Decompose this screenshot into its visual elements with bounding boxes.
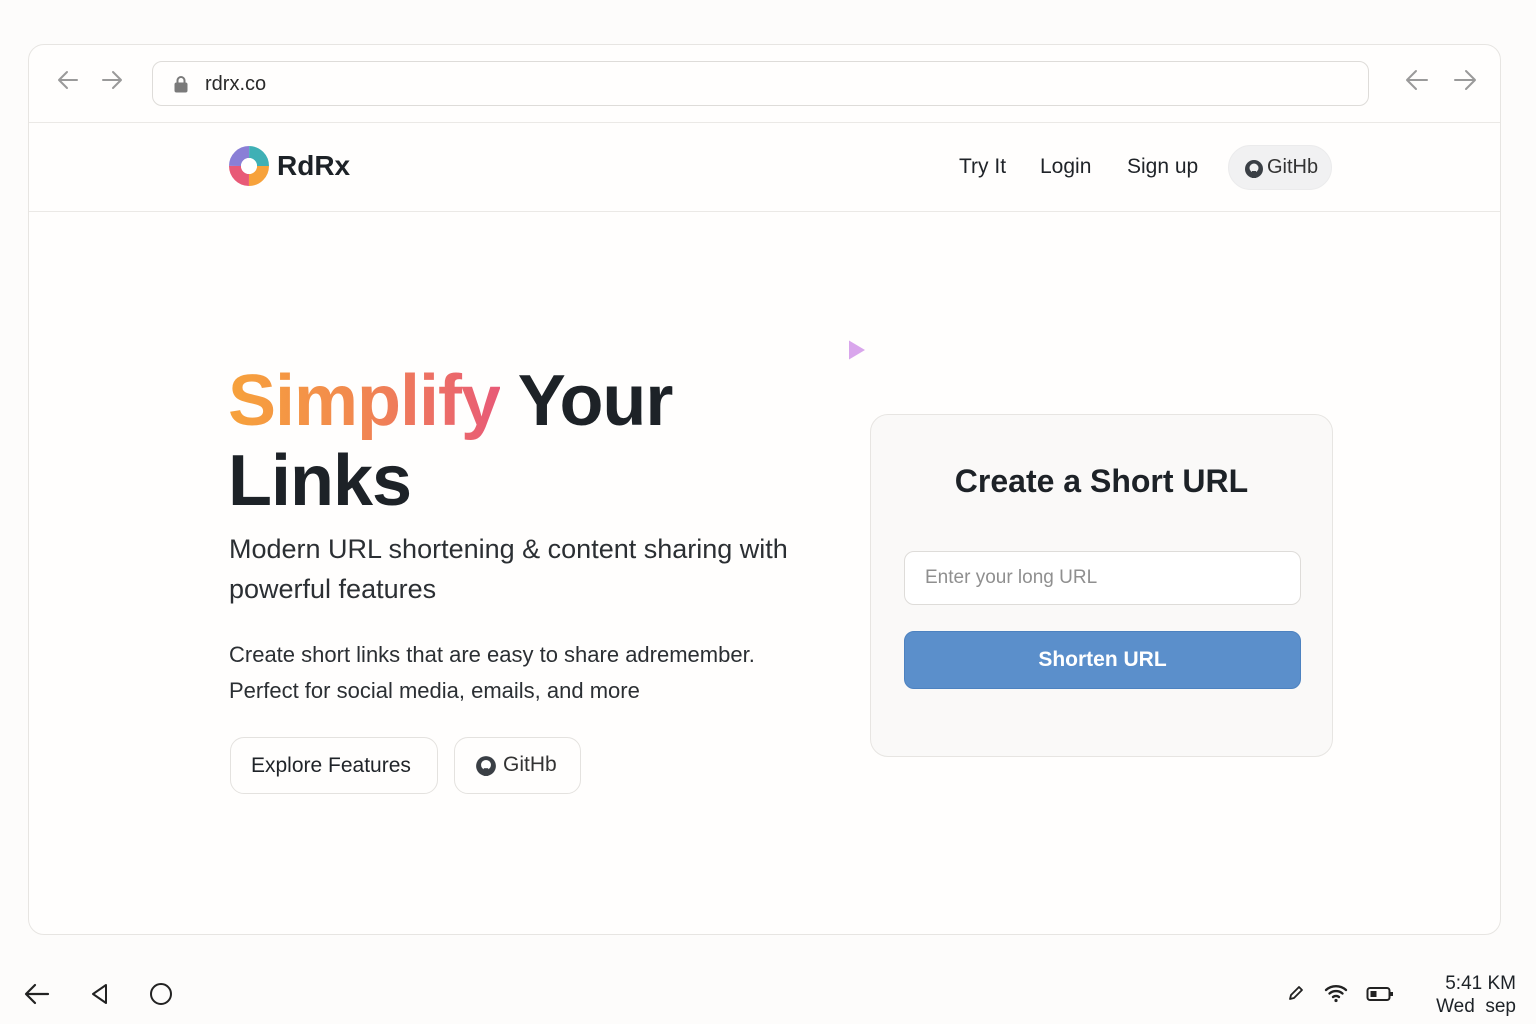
brand-name[interactable]: RdRx <box>277 150 350 182</box>
back-arrow-icon[interactable] <box>24 982 50 1006</box>
triangle-back-icon[interactable] <box>90 983 110 1005</box>
hero-description: Create short links that are easy to shar… <box>229 642 755 703</box>
github-hero-button[interactable]: GitHb <box>454 737 581 794</box>
hero-title-line2: Links <box>228 441 412 521</box>
nav-try-it[interactable]: Try It <box>959 155 1006 179</box>
site-header: RdRx Try It Login Sign up GitHb <box>29 123 1500 212</box>
logo-icon[interactable] <box>228 145 270 187</box>
browser-toolbar: rdrx.co <box>29 45 1500 123</box>
nav-login[interactable]: Login <box>1040 155 1091 179</box>
card-title: Create a Short URL <box>954 463 1249 499</box>
home-circle-icon[interactable] <box>149 982 173 1006</box>
forward-icon-right[interactable] <box>1450 67 1480 97</box>
system-taskbar: 5:41 KM Wed sep <box>0 960 1536 1024</box>
back-icon-right[interactable] <box>1402 67 1432 97</box>
battery-icon[interactable] <box>1366 986 1394 1002</box>
github-icon <box>1245 160 1263 178</box>
explore-features-label: Explore Features <box>251 754 411 777</box>
github-nav-button[interactable]: GitHb <box>1228 145 1332 190</box>
clock-time: 5:41 KM <box>1445 973 1516 994</box>
nav-sign-up[interactable]: Sign up <box>1127 155 1198 179</box>
forward-icon[interactable] <box>97 67 127 97</box>
github-nav-label: GitHb <box>1267 156 1319 178</box>
explore-features-button[interactable]: Explore Features <box>230 737 438 794</box>
play-icon <box>849 340 865 360</box>
system-clock[interactable]: 5:41 KM Wed sep <box>1436 972 1516 1018</box>
hero-title-highlight: Simplify <box>228 361 501 441</box>
hero-title: Simplify Your Links <box>228 361 674 521</box>
browser-window: rdrx.co RdRx Try It Login Sign up GitHb <box>28 44 1501 935</box>
clock-date: Wed sep <box>1436 996 1516 1017</box>
back-icon[interactable] <box>53 67 83 97</box>
long-url-input[interactable] <box>904 551 1301 605</box>
lock-icon <box>174 76 188 93</box>
wifi-icon[interactable] <box>1324 983 1348 1003</box>
address-bar[interactable]: rdrx.co <box>152 61 1369 106</box>
shorten-url-button[interactable]: Shorten URL <box>904 631 1301 689</box>
hero-title-word: Your <box>517 361 674 441</box>
github-icon <box>476 756 496 776</box>
address-url: rdrx.co <box>205 73 267 95</box>
hero-subtitle: Modern URL shortening & content sharing … <box>229 534 788 604</box>
github-hero-label: GitHb <box>503 753 557 776</box>
pen-icon[interactable] <box>1287 984 1305 1002</box>
shorten-card: Create a Short URL Shorten URL <box>870 414 1333 757</box>
